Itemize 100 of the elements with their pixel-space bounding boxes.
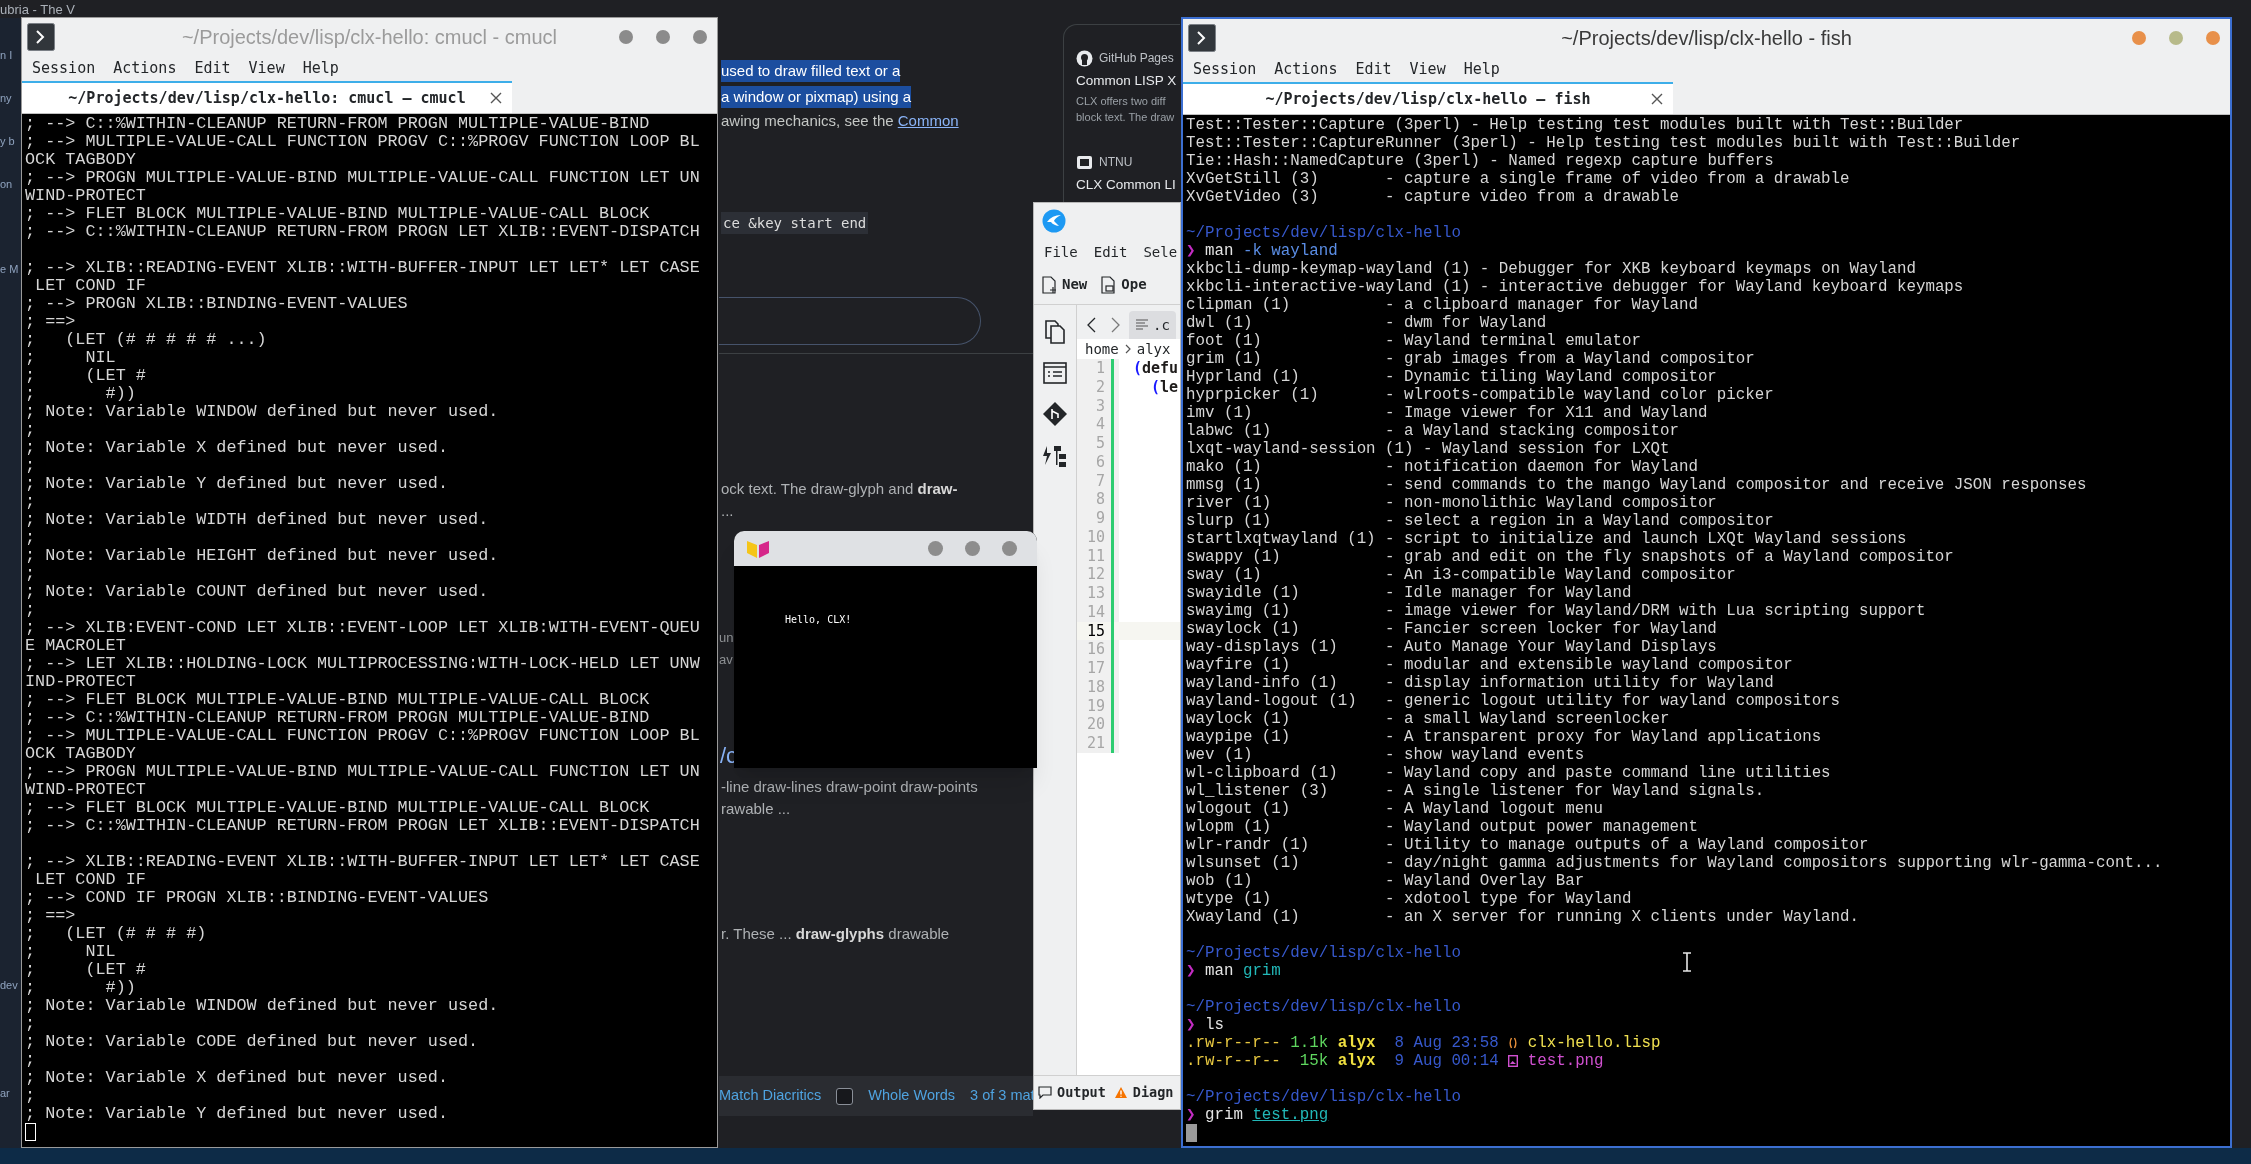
man-page-summary: - non-monolithic Wayland compositor: [1385, 494, 1717, 512]
result-title[interactable]: CLX Common LI: [1076, 173, 1176, 197]
terminal-line: ; --> C::%WITHIN-CLEANUP RETURN-FROM PROGN MULTIPLE-VALUE-BIND: [25, 115, 651, 133]
breadcrumb-item[interactable]: home: [1085, 338, 1119, 360]
git-icon: [1042, 401, 1068, 427]
file-size: 1.1k: [1290, 1034, 1329, 1052]
result-title[interactable]: Common LISP X: [1076, 69, 1177, 93]
result-snippet: block text. The draw: [1076, 110, 1175, 125]
match-count: 3 of 3 mat: [970, 1086, 1035, 1106]
man-page-name: Xwayland (1): [1186, 908, 1301, 926]
menu-item[interactable]: View: [248, 56, 285, 80]
man-page-summary: - a clipboard manager for Wayland: [1385, 296, 1698, 314]
command-text: man -k wayland: [1205, 242, 1338, 260]
output-button[interactable]: Output: [1038, 1082, 1106, 1103]
menu-item[interactable]: Session: [32, 56, 96, 80]
man-page-name: wl-clipboard (1): [1186, 764, 1339, 782]
terminal-line: ;: [25, 601, 37, 619]
menu-item[interactable]: Actions: [113, 56, 177, 80]
maximize-button[interactable]: [2169, 31, 2183, 45]
terminal-line: ; ==>: [25, 907, 77, 925]
menu-item[interactable]: Help: [302, 56, 339, 80]
open-button[interactable]: Ope: [1101, 274, 1147, 295]
man-page-summary: - select a region in a Wayland compositor: [1385, 512, 1774, 530]
text-file-icon: [1135, 319, 1149, 331]
option-label[interactable]: Whole Words: [868, 1085, 956, 1107]
man-page-name: wlsunset (1): [1186, 854, 1301, 872]
minimize-button[interactable]: [928, 541, 943, 556]
chevron-right-icon: [1124, 344, 1131, 354]
diagnostics-button[interactable]: Diagn: [1113, 1082, 1174, 1103]
terminal-line: ; Note: Variable Y defined but never used.: [25, 1105, 449, 1123]
terminal-line: ; --> XLIB:EVENT-COND LET XLIB::EVENT-LOOP LET XLIB:WITH-EVENT-QUEU: [25, 619, 701, 637]
terminal-line: ; Note: Variable WIDTH defined but never used.: [25, 511, 490, 529]
minimize-button[interactable]: [2132, 31, 2146, 45]
sidebar-text: e M: [0, 262, 19, 276]
menu-item[interactable]: Edit: [194, 56, 231, 80]
close-button[interactable]: [2206, 31, 2220, 45]
file-tab[interactable]: .c: [1129, 311, 1176, 339]
terminal-line: ; --> C::%WITHIN-CLEANUP RETURN-FROM PROGN LET XLIB::EVENT-DISPATCH: [25, 223, 701, 241]
terminal-line: ; (LET (# # # #): [25, 925, 208, 943]
sidebar-text: on: [0, 177, 13, 191]
terminal-line: ;: [25, 1015, 37, 1033]
man-page-summary: - display information utility for Wayland: [1385, 674, 1774, 692]
terminal-line: ; --> FLET BLOCK MULTIPLE-VALUE-BIND MULTIPLE-VALUE-CALL BLOCK: [25, 799, 651, 817]
maximize-button[interactable]: [656, 30, 670, 44]
menu-item[interactable]: View: [1409, 57, 1446, 81]
terminal-tab[interactable]: ~/Projects/dev/lisp/clx-hello – fish: [1183, 82, 1673, 114]
terminal-line: ;: [25, 565, 37, 583]
terminal-tab[interactable]: ~/Projects/dev/lisp/clx-hello: cmucl – cmucl: [22, 81, 512, 113]
man-page-summary: - Wayland output power management: [1385, 818, 1698, 836]
man-page-summary: - grab images from a Wayland compositor: [1385, 350, 1755, 368]
close-button[interactable]: [693, 30, 707, 44]
close-button[interactable]: [1002, 541, 1017, 556]
paragraph-text: un: [719, 629, 734, 647]
man-page-name: wayland-info (1): [1186, 674, 1339, 692]
menu-item[interactable]: Actions: [1274, 57, 1338, 81]
menu-item[interactable]: Sele: [1143, 241, 1178, 263]
ibeam-cursor-icon: [1682, 952, 1692, 972]
man-page-name: Test::Tester::CaptureRunner (3perl): [1186, 134, 1518, 152]
new-document-icon: [1042, 275, 1057, 294]
menu-item[interactable]: Help: [1463, 57, 1500, 81]
terminal-line: ;: [25, 1087, 37, 1105]
man-page-summary: - dwm for Wayland: [1385, 314, 1547, 332]
menu-item[interactable]: File: [1044, 241, 1078, 263]
man-page-summary: - an X server for running X clients under Wayland.: [1385, 908, 1860, 926]
line-number: 12: [1077, 565, 1105, 584]
prompt-path: ~/Projects/dev/lisp/clx-hello: [1186, 224, 1462, 242]
site-name: GitHub Pages: [1099, 50, 1174, 67]
maximize-button[interactable]: [965, 541, 980, 556]
man-page-summary: - Help testing test modules built with Test::Builder: [1470, 116, 1964, 134]
menu-item[interactable]: Edit: [1093, 241, 1128, 263]
man-page-name: Test::Tester::Capture (3perl): [1186, 116, 1461, 134]
checkbox[interactable]: [836, 1087, 854, 1105]
menu-item[interactable]: Session: [1193, 57, 1257, 81]
file-date: 9 Aug 00:14: [1394, 1052, 1499, 1070]
man-page-name: sway (1): [1186, 566, 1263, 584]
terminal-line: ; --> FLET BLOCK MULTIPLE-VALUE-BIND MULTIPLE-VALUE-CALL BLOCK: [25, 205, 651, 223]
man-page-summary: - Wayland session for LXQt: [1423, 440, 1670, 458]
window-title: ~/Projects/dev/lisp/clx-hello - fish: [1561, 26, 1852, 51]
link[interactable]: Common: [897, 112, 959, 129]
man-page-name: wev (1): [1186, 746, 1254, 764]
terminal-line: WIND-PROTECT: [25, 187, 147, 205]
man-page-summary: - notification daemon for Wayland: [1385, 458, 1698, 476]
minimize-button[interactable]: [619, 30, 633, 44]
man-page-name: wlr-randr (1): [1186, 836, 1311, 854]
site-icon: [1076, 49, 1093, 67]
terminal-line: ; Note: Variable HEIGHT defined but never used.: [25, 547, 500, 565]
option-label[interactable]: Match Diacritics: [719, 1085, 822, 1107]
line-number: 8: [1077, 490, 1105, 509]
code-text: ce &key start end: [721, 212, 869, 234]
tab-label[interactable]: ubria - The V: [0, 3, 75, 17]
new-button[interactable]: New: [1042, 274, 1088, 295]
terminal-line: ;: [25, 493, 37, 511]
terminal-line: ; Note: Variable Y defined but never used.: [25, 475, 449, 493]
man-page-summary: - wlroots-compatible wayland color picker: [1385, 386, 1774, 404]
image-file-icon: [1508, 1055, 1519, 1067]
breadcrumb-item[interactable]: alyx: [1136, 338, 1171, 360]
terminal-line: ; --> C::%WITHIN-CLEANUP RETURN-FROM PROGN MULTIPLE-VALUE-BIND: [25, 709, 651, 727]
man-page-summary: - Auto Manage Your Wayland Displays: [1385, 638, 1717, 656]
menu-item[interactable]: Edit: [1355, 57, 1392, 81]
man-page-summary: - day/night gamma adjustments for Wayland compositors supporting wlr-gamma-cont...: [1385, 854, 2163, 872]
